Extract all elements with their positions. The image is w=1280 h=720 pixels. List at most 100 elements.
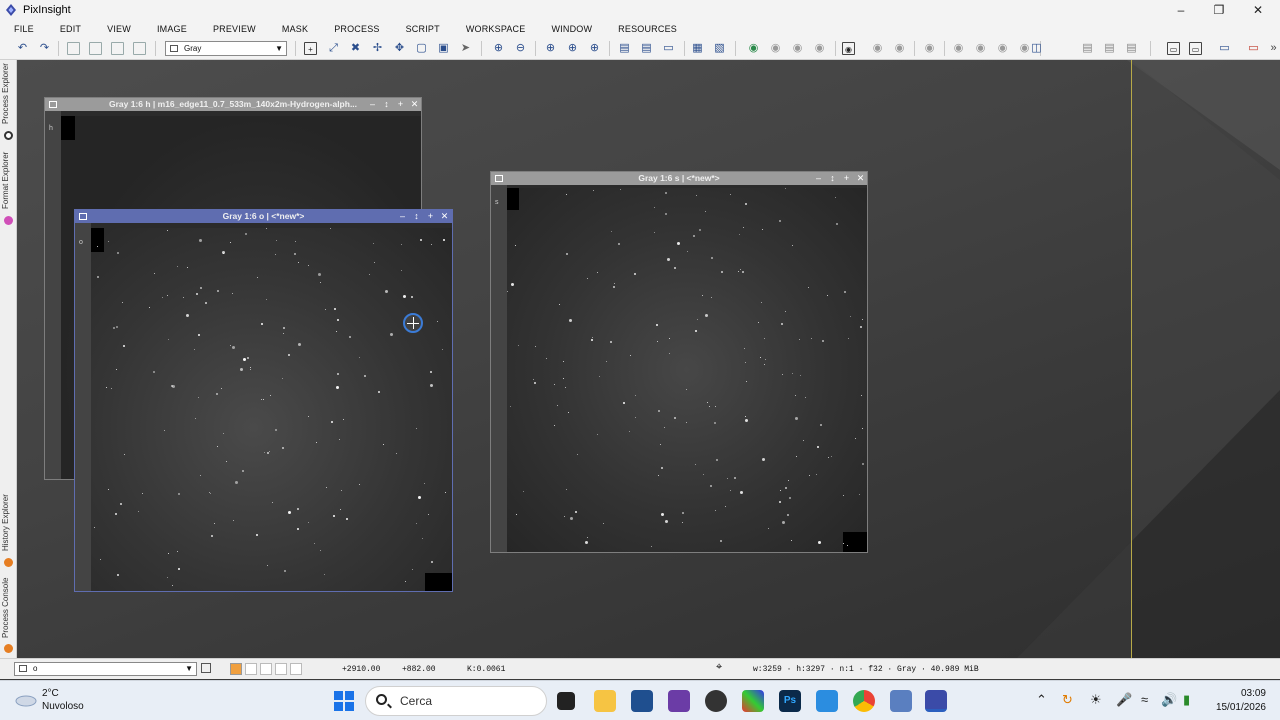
readout-mode-icon[interactable]: + — [304, 42, 317, 55]
view-tile-icon[interactable]: ▤ — [1125, 42, 1138, 55]
undo-icon[interactable]: ↶ — [16, 42, 29, 55]
battery-icon[interactable]: ▮ — [1183, 692, 1190, 708]
mask-select-icon[interactable]: ◉ — [747, 42, 760, 55]
zoom-1-4-icon[interactable]: ⊕ — [588, 42, 601, 55]
window-o-image[interactable] — [91, 228, 452, 591]
fit-view-icon[interactable]: ▤ — [618, 42, 631, 55]
store-icon[interactable] — [631, 690, 653, 712]
window-h-menu-icon[interactable] — [49, 101, 57, 108]
image-window-o[interactable]: Gray 1:6 o | <*new*> – ↕ + ✕ o — [74, 209, 453, 592]
pan-icon[interactable]: ✢ — [371, 42, 384, 55]
chevron-up-icon[interactable]: ⌃ — [1036, 692, 1047, 708]
task-view-icon[interactable] — [557, 692, 575, 710]
swatch-3[interactable] — [275, 663, 287, 675]
workspace-2-icon[interactable]: ▭ — [1189, 42, 1202, 55]
window-h-titlebar[interactable]: Gray 1:6 h | m16_edge11_0.7_533m_140x2m-… — [45, 98, 421, 111]
window-s-image[interactable] — [507, 188, 867, 552]
open-image-icon[interactable] — [89, 42, 102, 55]
window-s-minimize[interactable]: – — [813, 172, 824, 185]
redo-icon[interactable]: ↷ — [38, 42, 51, 55]
color-app-icon[interactable] — [742, 690, 764, 712]
mask-show-icon[interactable]: ◉ — [813, 42, 826, 55]
window-o-titlebar[interactable]: Gray 1:6 o | <*new*> — [75, 210, 452, 223]
zoom-out-icon[interactable]: ⊖ — [514, 42, 527, 55]
preview-new-icon[interactable]: ▦ — [691, 42, 704, 55]
tab-format-explorer[interactable]: Format Explorer — [1, 148, 15, 213]
notepad-icon[interactable] — [816, 690, 838, 712]
taskbar-search[interactable]: Cerca — [365, 686, 547, 716]
windows-start-icon[interactable] — [334, 691, 354, 711]
toolbar-overflow-icon[interactable]: » — [1267, 42, 1280, 55]
sync-icon[interactable]: ↻ — [1062, 692, 1073, 708]
adapt-icon[interactable]: ▭ — [662, 42, 675, 55]
menu-resources[interactable]: RESOURCES — [618, 24, 677, 34]
crop-icon[interactable]: ▣ — [437, 42, 450, 55]
swatch-1[interactable] — [245, 663, 257, 675]
close-image-icon[interactable] — [133, 42, 146, 55]
view-options-icon[interactable] — [201, 663, 211, 673]
tab-history-explorer[interactable]: History Explorer — [1, 490, 15, 556]
affinity-icon[interactable] — [668, 690, 690, 712]
photoshop-icon[interactable]: Ps — [779, 690, 801, 712]
network-app-icon[interactable]: ☀ — [1090, 692, 1102, 708]
stf-auto-icon[interactable]: ◉ — [871, 42, 884, 55]
screen-icon[interactable]: ▭ — [1218, 42, 1231, 55]
chrome-icon[interactable] — [853, 690, 875, 712]
view-list-icon[interactable]: ▤ — [1081, 42, 1094, 55]
center-icon[interactable]: ✥ — [393, 42, 406, 55]
swatch-2[interactable] — [260, 663, 272, 675]
color-space-select[interactable]: Gray ▼ — [165, 41, 287, 56]
screen-alert-icon[interactable]: ▭ — [1247, 42, 1260, 55]
close-button[interactable]: ✕ — [1238, 0, 1278, 20]
view-selector[interactable]: o ▼ — [14, 662, 197, 676]
menu-mask[interactable]: MASK — [282, 24, 308, 34]
view-grid-icon[interactable]: ▤ — [1103, 42, 1116, 55]
menu-window[interactable]: WINDOW — [551, 24, 592, 34]
zoom-fill-icon[interactable]: ✖ — [349, 42, 362, 55]
menu-view[interactable]: VIEW — [107, 24, 131, 34]
wifi-icon[interactable]: ≈ — [1141, 692, 1148, 707]
window-h-close[interactable]: ✕ — [409, 98, 420, 111]
minimize-button[interactable]: – — [1161, 0, 1201, 20]
zoom-in-icon[interactable]: ⊕ — [492, 42, 505, 55]
volume-icon[interactable]: 🔊 — [1161, 692, 1177, 708]
channel-red-icon[interactable]: ◉ — [952, 42, 965, 55]
fit-window-icon[interactable]: ▤ — [640, 42, 653, 55]
stf-enable-icon[interactable]: ◉ — [842, 42, 855, 55]
window-s-menu-icon[interactable] — [495, 175, 503, 182]
window-o-menu-icon[interactable] — [79, 213, 87, 220]
window-h-shade[interactable]: ↕ — [381, 98, 392, 111]
taskbar-clock[interactable]: 03:09 15/01/2026 — [1200, 687, 1266, 715]
tab-process-console[interactable]: Process Console — [1, 575, 15, 641]
mask-invert-icon[interactable]: ◉ — [791, 42, 804, 55]
window-s-titlebar[interactable]: Gray 1:6 s | <*new*> — [491, 172, 867, 185]
menu-process[interactable]: PROCESS — [334, 24, 379, 34]
microphone-icon[interactable]: 🎤 — [1116, 692, 1132, 708]
pixinsight-taskbar-icon[interactable] — [925, 690, 947, 712]
menu-file[interactable]: FILE — [14, 24, 34, 34]
stf-link-icon[interactable]: ◉ — [923, 42, 936, 55]
zoom-fit-icon[interactable]: ⤢ — [327, 42, 340, 55]
channel-blue-icon[interactable]: ◉ — [996, 42, 1009, 55]
window-s-shade[interactable]: ↕ — [827, 172, 838, 185]
tab-process-explorer[interactable]: Process Explorer — [1, 62, 15, 126]
menu-image[interactable]: IMAGE — [157, 24, 187, 34]
swatch-4[interactable] — [290, 663, 302, 675]
weather-widget[interactable]: 2°C Nuvoloso — [42, 687, 84, 713]
menu-preview[interactable]: PREVIEW — [213, 24, 256, 34]
menu-edit[interactable]: EDIT — [60, 24, 81, 34]
swatch-orange[interactable] — [230, 663, 242, 675]
window-h-maximize[interactable]: + — [395, 98, 406, 111]
save-image-icon[interactable] — [111, 42, 124, 55]
mask-remove-icon[interactable]: ◉ — [769, 42, 782, 55]
menu-script[interactable]: SCRIPT — [406, 24, 440, 34]
menu-workspace[interactable]: WORKSPACE — [466, 24, 526, 34]
file-explorer-icon[interactable] — [594, 690, 616, 712]
new-image-icon[interactable] — [67, 42, 80, 55]
image-window-s[interactable]: Gray 1:6 s | <*new*> – ↕ + ✕ s — [490, 171, 868, 553]
workspace-1-icon[interactable]: ▭ — [1167, 42, 1180, 55]
pointer-icon[interactable]: ➤ — [459, 42, 472, 55]
zoom-1-2-icon[interactable]: ⊕ — [566, 42, 579, 55]
window-o-minimize[interactable]: – — [397, 210, 408, 223]
channel-green-icon[interactable]: ◉ — [974, 42, 987, 55]
